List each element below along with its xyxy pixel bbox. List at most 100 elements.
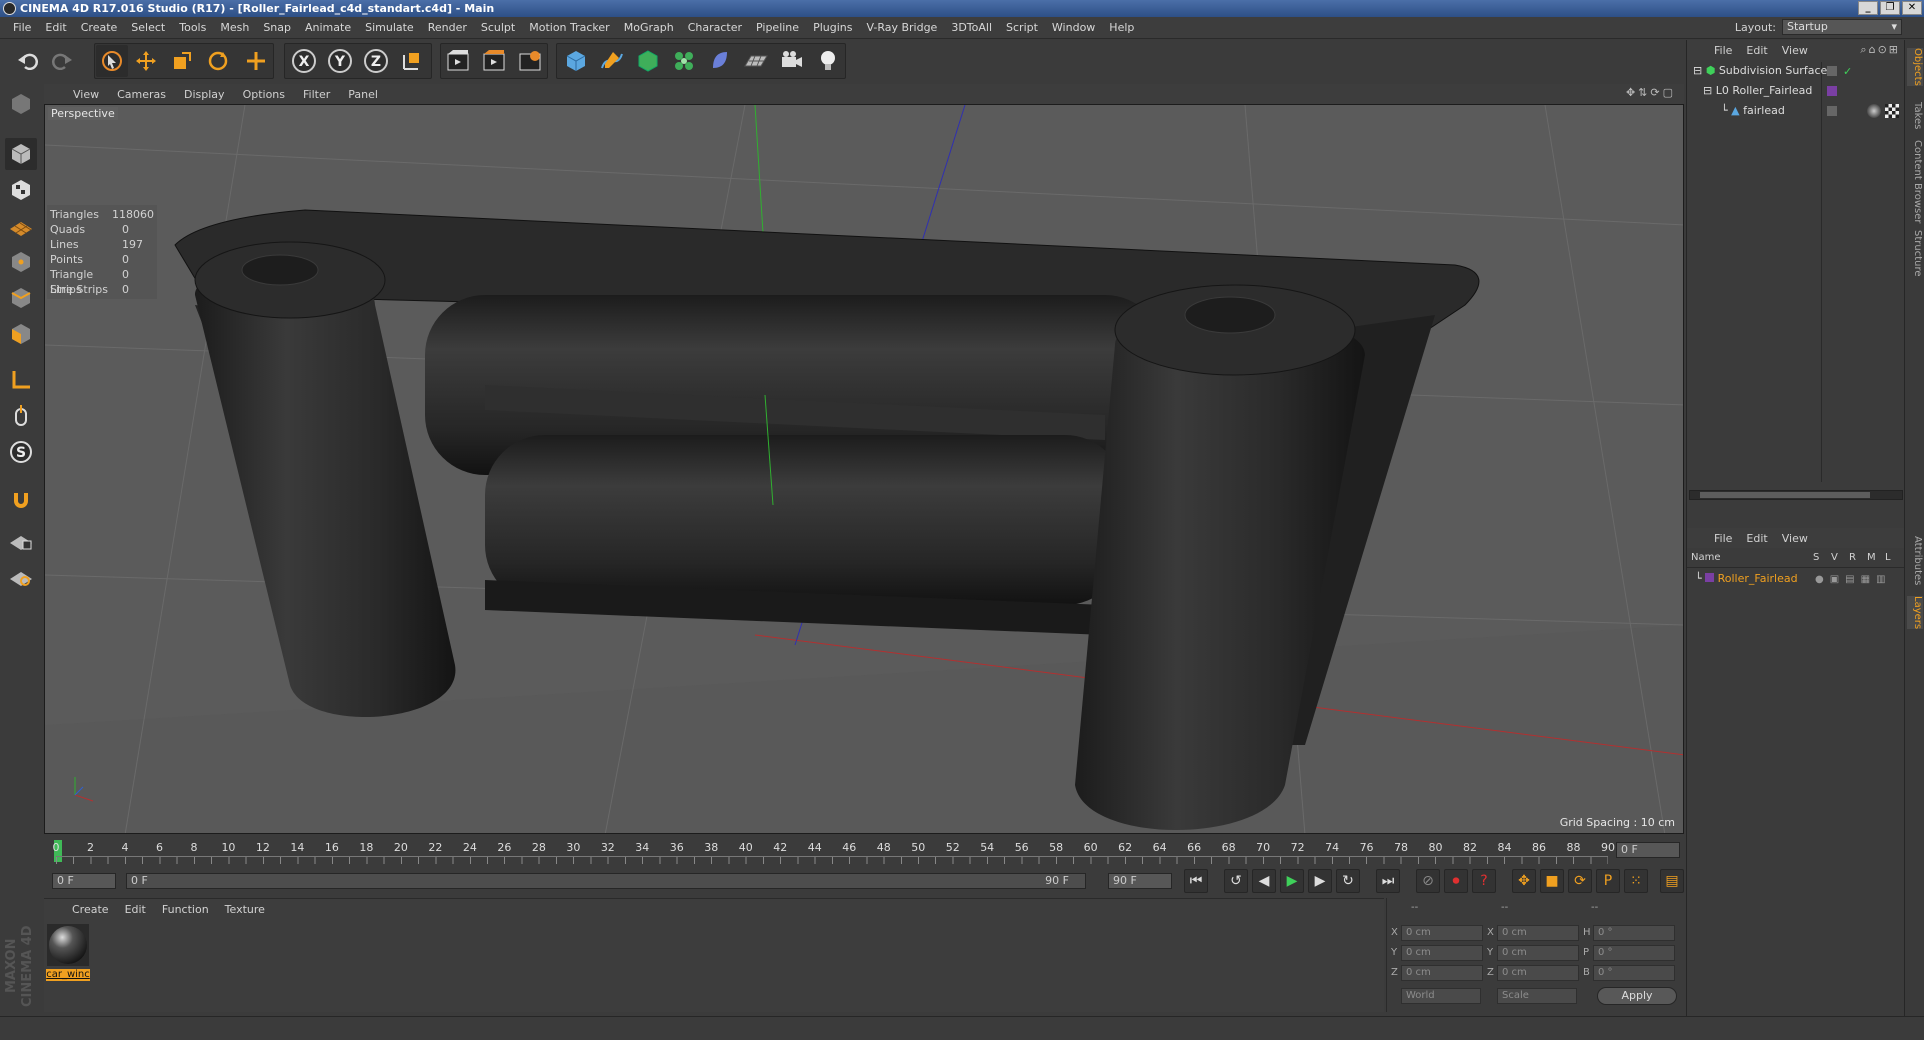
editor-visibility-toggle[interactable]	[1827, 106, 1837, 116]
record-keys-icon[interactable]: ⊘	[1416, 869, 1440, 893]
size-mode-dropdown[interactable]: Scale	[1497, 988, 1577, 1004]
close-button[interactable]: ✕	[1902, 1, 1922, 15]
object-row-roller-fairlead[interactable]: ⊟ L0 Roller_Fairlead	[1703, 82, 1812, 100]
live-selection-icon[interactable]	[96, 45, 128, 77]
key-parameter-icon[interactable]: P	[1596, 869, 1620, 893]
object-manager-scrollbar[interactable]	[1689, 490, 1903, 500]
tab-layers[interactable]: Layers	[1907, 596, 1923, 630]
tweak-mode-icon[interactable]	[5, 400, 37, 432]
material-menu-create[interactable]: Create	[64, 903, 117, 916]
menu-tools[interactable]: Tools	[172, 21, 213, 34]
viewport-menu-cameras[interactable]: Cameras	[108, 88, 175, 101]
coordinate-mode-dropdown[interactable]: World	[1401, 988, 1481, 1004]
material-name[interactable]: car_winc	[46, 969, 90, 981]
menu-animate[interactable]: Animate	[298, 21, 358, 34]
render-view-icon[interactable]	[442, 45, 474, 77]
start-frame-field[interactable]: 0 F	[52, 873, 116, 889]
object-manager-nav-icons[interactable]: ⌕⌂⊙⊞	[1860, 43, 1900, 57]
3d-viewport[interactable]: Perspective Triangles 118060 Quads 0 Lines…	[44, 104, 1684, 834]
go-to-end-icon[interactable]: ⏭	[1376, 869, 1400, 893]
current-frame-field[interactable]: 0 F	[1616, 842, 1680, 858]
cube-primitive-icon[interactable]	[560, 45, 592, 77]
menu-create[interactable]: Create	[74, 21, 125, 34]
objects-menu-edit[interactable]: Edit	[1739, 44, 1774, 57]
tab-objects[interactable]: Objects	[1907, 48, 1923, 86]
menu-motion-tracker[interactable]: Motion Tracker	[522, 21, 616, 34]
keyframe-selection-icon[interactable]: ?	[1472, 869, 1496, 893]
size-y-field[interactable]: 0 cm	[1497, 945, 1579, 961]
coordinate-system-icon[interactable]	[396, 45, 428, 77]
axis-mode-icon[interactable]	[5, 364, 37, 396]
material-menu-edit[interactable]: Edit	[117, 903, 154, 916]
move-tool-icon[interactable]	[130, 45, 162, 77]
menu-sculpt[interactable]: Sculpt	[474, 21, 522, 34]
camera-label[interactable]: Perspective	[48, 107, 118, 120]
timeline-ruler[interactable]: 0 2 4 6 8 10 12 14 16 18 20 22 24 26 28 30 32 34 36 38 40 42 4…	[44, 838, 1684, 866]
cloner-icon[interactable]	[668, 45, 700, 77]
y-axis-lock-icon[interactable]: Y	[324, 45, 356, 77]
camera-icon[interactable]	[776, 45, 808, 77]
layer-color-swatch[interactable]	[1827, 86, 1837, 96]
menu-window[interactable]: Window	[1045, 21, 1102, 34]
undo-icon[interactable]	[12, 45, 44, 77]
play-icon[interactable]: ▶	[1280, 869, 1304, 893]
previous-key-icon[interactable]: ↺	[1224, 869, 1248, 893]
material-tag-icon[interactable]	[1867, 104, 1881, 118]
timeline-window-icon[interactable]: ▤	[1660, 869, 1684, 893]
layers-menu-view[interactable]: View	[1775, 532, 1815, 545]
viewport-menu-filter[interactable]: Filter	[294, 88, 339, 101]
minimize-button[interactable]: _	[1858, 1, 1878, 15]
tab-content-browser[interactable]: Content Browser	[1907, 140, 1923, 223]
spline-pen-icon[interactable]	[596, 45, 628, 77]
planar-workplane-icon[interactable]	[5, 560, 37, 592]
next-key-icon[interactable]: ↻	[1336, 869, 1360, 893]
tab-takes[interactable]: Takes	[1907, 102, 1923, 129]
frame-range-slider[interactable]: 0 F 90 F	[126, 873, 1086, 889]
menu-simulate[interactable]: Simulate	[358, 21, 421, 34]
object-row-fairlead[interactable]: └ ▲ fairlead	[1721, 102, 1785, 120]
menu-select[interactable]: Select	[124, 21, 172, 34]
size-z-field[interactable]: 0 cm	[1497, 965, 1579, 981]
autokey-icon[interactable]: ⏺	[1444, 869, 1468, 893]
layers-menu-edit[interactable]: Edit	[1739, 532, 1774, 545]
menu-3dtoall[interactable]: 3DToAll	[944, 21, 999, 34]
workplane-mode-icon[interactable]	[5, 210, 37, 242]
position-y-field[interactable]: 0 cm	[1401, 945, 1483, 961]
viewport-menu-view[interactable]: View	[64, 88, 108, 101]
viewport-menu-panel[interactable]: Panel	[339, 88, 387, 101]
editor-visibility-toggle[interactable]	[1827, 66, 1837, 76]
recent-tool-icon[interactable]	[240, 45, 272, 77]
uvw-tag-icon[interactable]	[1885, 104, 1899, 118]
previous-frame-icon[interactable]: ◀	[1252, 869, 1276, 893]
menu-edit[interactable]: Edit	[38, 21, 73, 34]
apply-button[interactable]: Apply	[1597, 987, 1677, 1005]
enabled-checkmark-icon[interactable]: ✓	[1843, 65, 1852, 78]
menu-help[interactable]: Help	[1102, 21, 1141, 34]
object-row-subdivision-surface[interactable]: ⊟ ⬢ Subdivision Surface	[1693, 62, 1827, 80]
layout-dropdown[interactable]: Startup	[1782, 19, 1902, 35]
subdivision-surface-icon[interactable]	[632, 45, 664, 77]
key-position-icon[interactable]: ✥	[1512, 869, 1536, 893]
menu-script[interactable]: Script	[999, 21, 1045, 34]
maximize-button[interactable]: ❐	[1880, 1, 1900, 15]
snapping-magnet-icon[interactable]	[5, 484, 37, 516]
x-axis-lock-icon[interactable]: X	[288, 45, 320, 77]
go-to-start-icon[interactable]: ⏮	[1184, 869, 1208, 893]
viewport-menu-options[interactable]: Options	[234, 88, 294, 101]
end-frame-field[interactable]: 90 F	[1108, 873, 1172, 889]
material-menu-function[interactable]: Function	[154, 903, 217, 916]
rotation-h-field[interactable]: 0 °	[1593, 925, 1675, 941]
layer-toggle-icons[interactable]: ●▣▤▦▥	[1815, 574, 1892, 585]
position-x-field[interactable]: 0 cm	[1401, 925, 1483, 941]
tab-structure[interactable]: Structure	[1907, 230, 1923, 277]
menu-render[interactable]: Render	[421, 21, 474, 34]
viewport-menu-display[interactable]: Display	[175, 88, 234, 101]
menu-vray-bridge[interactable]: V-Ray Bridge	[859, 21, 944, 34]
rotation-p-field[interactable]: 0 °	[1593, 945, 1675, 961]
redo-icon[interactable]	[46, 45, 78, 77]
deformer-icon[interactable]	[704, 45, 736, 77]
light-icon[interactable]	[812, 45, 844, 77]
objects-menu-file[interactable]: File	[1707, 44, 1739, 57]
next-frame-icon[interactable]: ▶	[1308, 869, 1332, 893]
floor-icon[interactable]	[740, 45, 772, 77]
